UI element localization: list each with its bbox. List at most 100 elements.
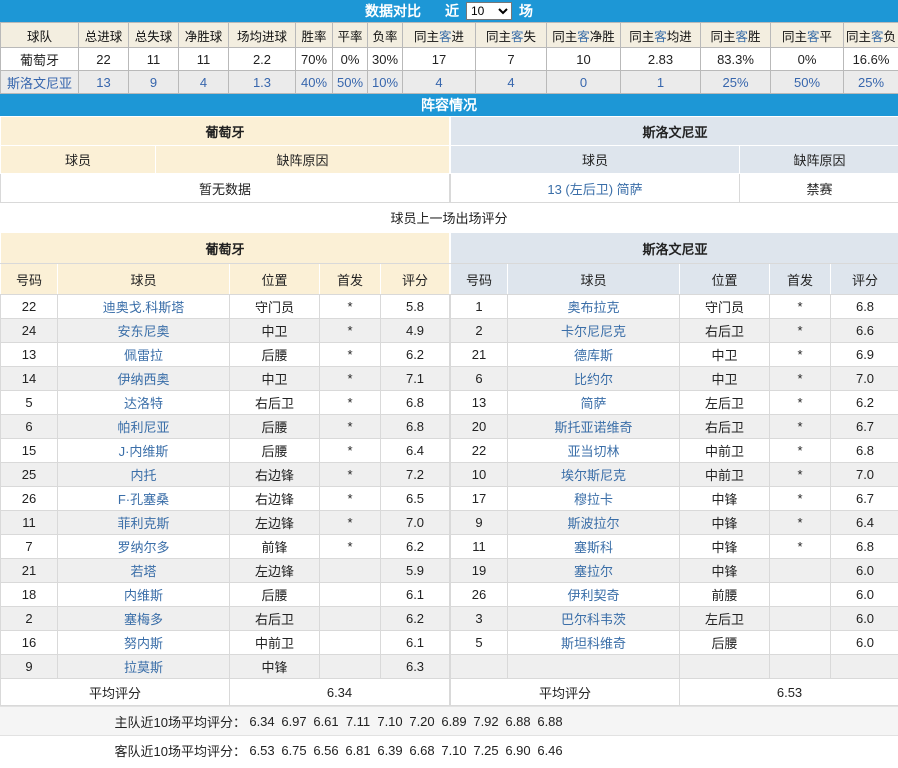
- player-name-cell[interactable]: 内托: [58, 463, 230, 487]
- rating-value: 7.25: [470, 743, 502, 758]
- player-name-cell[interactable]: [508, 655, 680, 679]
- player-link[interactable]: 埃尔斯尼克: [561, 468, 626, 483]
- stat-value-cell: 1.3: [229, 71, 296, 94]
- player-name-cell[interactable]: 塞斯科: [508, 535, 680, 559]
- player-column-header: 球员: [58, 264, 230, 295]
- starter-column-header: 首发: [320, 264, 381, 295]
- player-link[interactable]: 穆拉卡: [574, 492, 613, 507]
- match-count-select[interactable]: 10: [466, 2, 512, 20]
- player-name-cell[interactable]: 拉莫斯: [58, 655, 230, 679]
- player-name-cell[interactable]: 塞梅多: [58, 607, 230, 631]
- stat-value-cell: 2.2: [229, 48, 296, 71]
- player-link[interactable]: 奥布拉克: [568, 300, 620, 315]
- player-link[interactable]: 佩雷拉: [124, 348, 163, 363]
- player-link[interactable]: F·孔塞桑: [118, 492, 169, 507]
- player-link[interactable]: 塞梅多: [124, 612, 163, 627]
- player-link[interactable]: 内托: [130, 468, 156, 483]
- player-link[interactable]: 德库斯: [574, 348, 613, 363]
- column-header: 同主客均进: [621, 23, 701, 48]
- column-header: 胜率: [296, 23, 333, 48]
- player-link[interactable]: 斯托亚诺维奇: [555, 420, 633, 435]
- player-name-cell[interactable]: 穆拉卡: [508, 487, 680, 511]
- player-row: 9 拉莫斯 中锋 6.3: [1, 655, 450, 679]
- away-team-link[interactable]: 斯洛文尼亚: [7, 76, 72, 91]
- player-link[interactable]: 比约尔: [574, 372, 613, 387]
- player-name-cell[interactable]: 德库斯: [508, 343, 680, 367]
- player-name-cell[interactable]: 伊纳西奥: [58, 367, 230, 391]
- player-name-cell[interactable]: 迪奥戈.科斯塔: [58, 295, 230, 319]
- player-position-cell: 中卫: [680, 343, 770, 367]
- player-link[interactable]: 伊纳西奥: [117, 372, 169, 387]
- player-link[interactable]: 斯坦科维奇: [561, 636, 626, 651]
- player-link[interactable]: 达洛特: [124, 396, 163, 411]
- stat-value-cell: 22: [79, 48, 129, 71]
- player-number-cell: 25: [1, 463, 58, 487]
- player-rating-cell: 6.7: [831, 415, 898, 439]
- player-link[interactable]: J·内维斯: [119, 444, 169, 459]
- absent-player-cell[interactable]: 13 (左后卫) 简萨: [451, 174, 740, 203]
- player-starter-cell: [770, 655, 831, 679]
- player-link[interactable]: 简萨: [581, 396, 607, 411]
- player-name-cell[interactable]: 塞拉尔: [508, 559, 680, 583]
- player-link[interactable]: 塞斯科: [574, 540, 613, 555]
- player-row: 16 努内斯 中前卫 6.1: [1, 631, 450, 655]
- player-link[interactable]: 帕利尼亚: [117, 420, 169, 435]
- player-row: 22 迪奥戈.科斯塔 守门员 * 5.8: [1, 295, 450, 319]
- team-name-cell[interactable]: 斯洛文尼亚: [1, 71, 79, 94]
- player-name-cell[interactable]: F·孔塞桑: [58, 487, 230, 511]
- stat-value-cell: 1: [621, 71, 701, 94]
- player-starter-cell: *: [320, 439, 381, 463]
- player-link[interactable]: 若塔: [130, 564, 156, 579]
- player-name-cell[interactable]: 简萨: [508, 391, 680, 415]
- player-link[interactable]: 安东尼奥: [117, 324, 169, 339]
- player-link[interactable]: 亚当切林: [568, 444, 620, 459]
- player-name-cell[interactable]: 斯波拉尔: [508, 511, 680, 535]
- player-rating-cell: 6.2: [381, 535, 450, 559]
- player-name-cell[interactable]: J·内维斯: [58, 439, 230, 463]
- column-header: 同主客进: [403, 23, 476, 48]
- player-name-cell[interactable]: 内维斯: [58, 583, 230, 607]
- rating-value: 7.10: [374, 714, 406, 729]
- player-position-cell: 后腰: [230, 439, 320, 463]
- player-name-cell[interactable]: 斯坦科维奇: [508, 631, 680, 655]
- player-link[interactable]: 伊利契奇: [568, 588, 620, 603]
- absent-player-link[interactable]: 13 (左后卫) 简萨: [547, 182, 642, 197]
- player-name-cell[interactable]: 佩雷拉: [58, 343, 230, 367]
- player-name-cell[interactable]: 埃尔斯尼克: [508, 463, 680, 487]
- player-name-cell[interactable]: 若塔: [58, 559, 230, 583]
- player-name-cell[interactable]: 菲利克斯: [58, 511, 230, 535]
- player-link[interactable]: 努内斯: [124, 636, 163, 651]
- player-name-cell[interactable]: 卡尔尼尼克: [508, 319, 680, 343]
- player-name-cell[interactable]: 帕利尼亚: [58, 415, 230, 439]
- player-link[interactable]: 罗纳尔多: [117, 540, 169, 555]
- away-last10-label: 客队近10场平均评分：: [0, 741, 246, 760]
- player-link[interactable]: 塞拉尔: [574, 564, 613, 579]
- player-link[interactable]: 拉莫斯: [124, 660, 163, 675]
- player-name-cell[interactable]: 斯托亚诺维奇: [508, 415, 680, 439]
- player-row: 26 伊利契奇 前腰 6.0: [451, 583, 898, 607]
- player-link[interactable]: 菲利克斯: [117, 516, 169, 531]
- section-title-lineup: 阵容情况: [421, 95, 477, 115]
- player-name-cell[interactable]: 巴尔科韦茨: [508, 607, 680, 631]
- player-row: 13 佩雷拉 后腰 * 6.2: [1, 343, 450, 367]
- player-name-cell[interactable]: 达洛特: [58, 391, 230, 415]
- player-rating-cell: 7.2: [381, 463, 450, 487]
- player-name-cell[interactable]: 亚当切林: [508, 439, 680, 463]
- player-name-cell[interactable]: 伊利契奇: [508, 583, 680, 607]
- player-link[interactable]: 卡尔尼尼克: [561, 324, 626, 339]
- player-number-cell: 5: [1, 391, 58, 415]
- stat-value-cell: 4: [179, 71, 229, 94]
- player-link[interactable]: 巴尔科韦茨: [561, 612, 626, 627]
- player-starter-cell: *: [320, 343, 381, 367]
- player-name-cell[interactable]: 安东尼奥: [58, 319, 230, 343]
- player-link[interactable]: 内维斯: [124, 588, 163, 603]
- player-link[interactable]: 迪奥戈.科斯塔: [103, 300, 185, 315]
- player-rating-cell: 7.0: [831, 463, 898, 487]
- player-name-cell[interactable]: 比约尔: [508, 367, 680, 391]
- player-starter-cell: *: [770, 367, 831, 391]
- player-name-cell[interactable]: 罗纳尔多: [58, 535, 230, 559]
- player-starter-cell: *: [770, 487, 831, 511]
- player-name-cell[interactable]: 奥布拉克: [508, 295, 680, 319]
- player-name-cell[interactable]: 努内斯: [58, 631, 230, 655]
- player-link[interactable]: 斯波拉尔: [568, 516, 620, 531]
